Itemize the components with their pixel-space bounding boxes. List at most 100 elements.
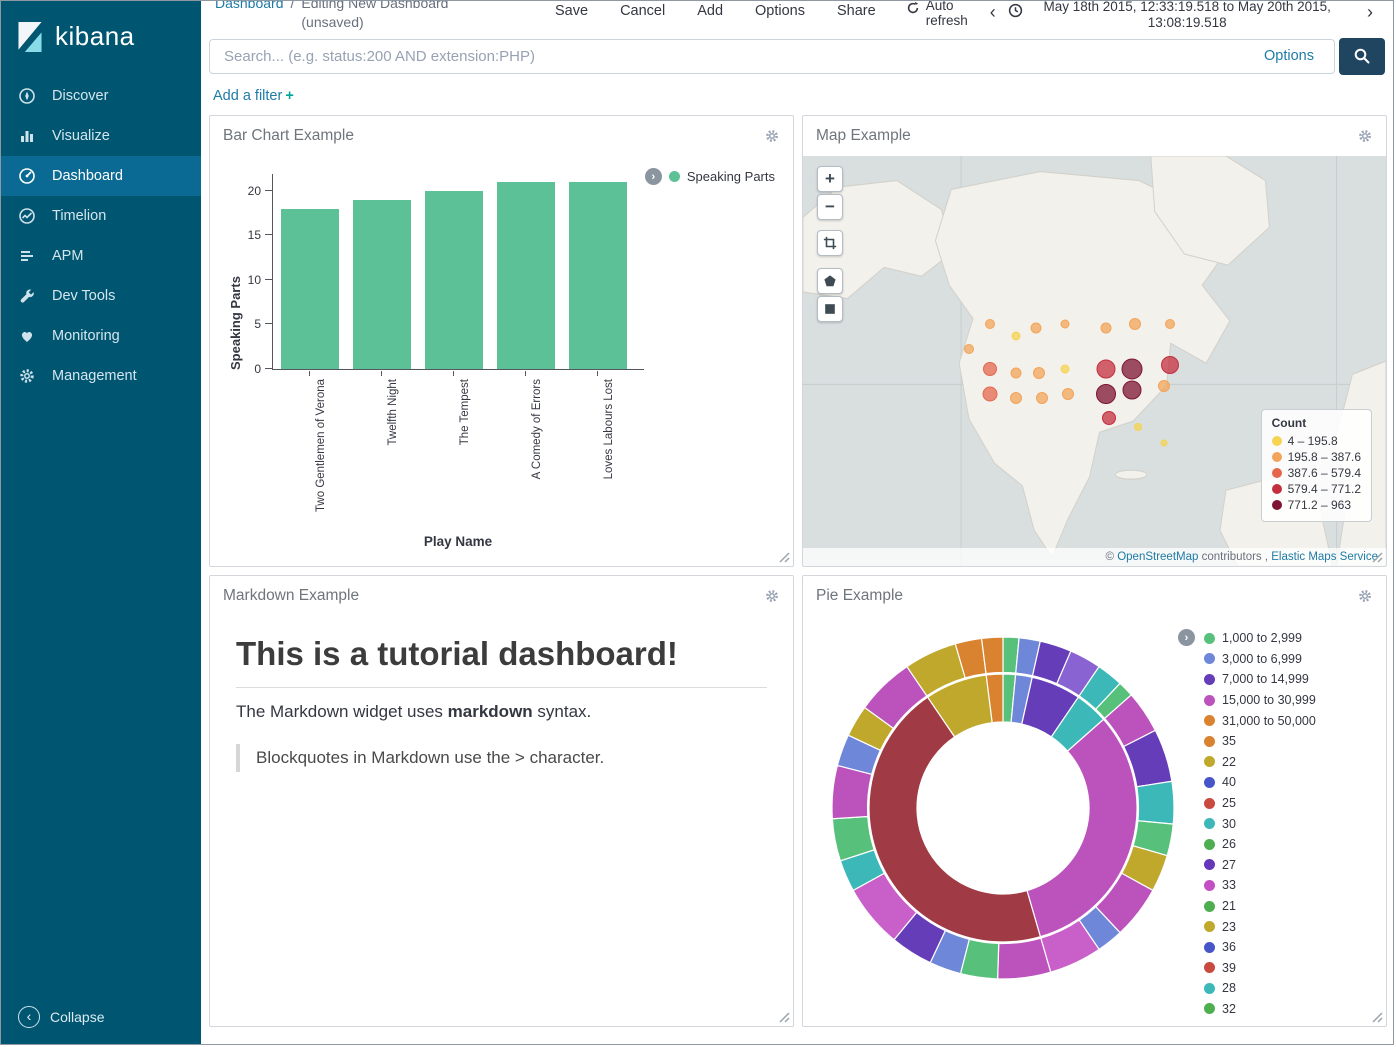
topnav-save-button[interactable]: Save xyxy=(539,2,604,20)
map-polygon-tool-button[interactable] xyxy=(817,268,843,294)
panel-options-gear-icon[interactable] xyxy=(764,128,780,144)
panel-options-gear-icon[interactable] xyxy=(1357,128,1373,144)
x-axis-label: A Comedy of Errors xyxy=(531,379,543,479)
map-marker[interactable] xyxy=(1096,384,1116,404)
search-options-link[interactable]: Options xyxy=(1256,48,1322,64)
pie-legend-item[interactable]: 36 xyxy=(1204,937,1374,958)
map-marker[interactable] xyxy=(982,386,997,401)
map-canvas[interactable]: + − Count 4 – 195.8195.8 – 387.6387.6 – … xyxy=(803,156,1386,566)
pie-legend-item[interactable]: 35 xyxy=(1204,731,1374,752)
pie-segment[interactable] xyxy=(998,938,1051,979)
pie-segment[interactable] xyxy=(832,765,872,818)
map-marker[interactable] xyxy=(1061,320,1070,329)
search-input[interactable] xyxy=(222,47,1256,66)
sidebar-item-dashboard[interactable]: Dashboard xyxy=(1,156,201,196)
map-marker[interactable] xyxy=(1123,380,1142,399)
map-marker[interactable] xyxy=(1010,392,1022,404)
pie-legend-item[interactable]: 3,000 to 6,999 xyxy=(1204,649,1374,670)
map-marker[interactable] xyxy=(1129,318,1141,330)
pie-legend-item[interactable]: 40 xyxy=(1204,772,1374,793)
map-marker[interactable] xyxy=(1010,368,1021,379)
map-marker[interactable] xyxy=(1062,388,1074,400)
pie-legend-item[interactable]: 30 xyxy=(1204,813,1374,834)
map-marker[interactable] xyxy=(983,362,997,376)
legend-color-dot xyxy=(1204,859,1215,870)
resize-handle[interactable] xyxy=(1371,1011,1383,1023)
pie-segment[interactable] xyxy=(982,637,1003,674)
breadcrumb-dashboard-link[interactable]: Dashboard xyxy=(215,1,284,32)
legend-expand-icon[interactable]: › xyxy=(1178,629,1195,646)
sidebar-item-apm[interactable]: APM xyxy=(1,236,201,276)
map-marker[interactable] xyxy=(1102,411,1116,425)
time-back-arrow[interactable]: ‹ xyxy=(978,2,1008,23)
pie-legend-item[interactable]: 25 xyxy=(1204,793,1374,814)
pie-legend-item[interactable]: 31,000 to 50,000 xyxy=(1204,710,1374,731)
bar-two-gentlemen-of-verona[interactable] xyxy=(281,209,339,369)
map-marker[interactable] xyxy=(985,319,995,329)
map-marker[interactable] xyxy=(1165,319,1175,329)
pie-legend-item[interactable]: 27 xyxy=(1204,855,1374,876)
pie-legend-item[interactable]: 32 xyxy=(1204,999,1374,1020)
x-axis-label: Twelfth Night xyxy=(387,379,399,445)
map-marker[interactable] xyxy=(1161,440,1168,447)
pie-legend-item[interactable]: 39 xyxy=(1204,958,1374,979)
sidebar-item-dev-tools[interactable]: Dev Tools xyxy=(1,276,201,316)
bar-twelfth-night[interactable] xyxy=(353,200,411,369)
pie-legend-item[interactable]: 1,000 to 2,999 xyxy=(1204,628,1374,649)
map-marker[interactable] xyxy=(1061,365,1070,374)
elastic-maps-service-link[interactable]: Elastic Maps Service xyxy=(1271,551,1378,563)
pie-segment[interactable] xyxy=(1137,781,1174,824)
sidebar-item-discover[interactable]: Discover xyxy=(1,76,201,116)
pie-legend-item[interactable]: 22 xyxy=(1204,752,1374,773)
resize-handle[interactable] xyxy=(1371,551,1383,563)
pie-legend-item[interactable]: 21 xyxy=(1204,896,1374,917)
topnav-share-button[interactable]: Share xyxy=(821,2,892,20)
search-button[interactable] xyxy=(1339,38,1385,75)
bar-the-tempest[interactable] xyxy=(425,191,483,369)
map-marker[interactable] xyxy=(1101,323,1112,334)
map-marker[interactable] xyxy=(964,344,974,354)
pie-legend-label: 36 xyxy=(1222,940,1236,954)
bar-loves-labours-lost[interactable] xyxy=(569,182,627,369)
topnav-add-button[interactable]: Add xyxy=(681,2,739,20)
map-marker[interactable] xyxy=(1033,367,1045,379)
panel-options-gear-icon[interactable] xyxy=(764,588,780,604)
map-marker[interactable] xyxy=(1011,332,1020,341)
pie-legend-item[interactable]: 28 xyxy=(1204,978,1374,999)
map-zoom-out-button[interactable]: − xyxy=(817,194,843,220)
legend-color-dot xyxy=(1204,756,1215,767)
sidebar-item-timelion[interactable]: Timelion xyxy=(1,196,201,236)
bar-a-comedy-of-errors[interactable] xyxy=(497,182,555,369)
pie-legend-item[interactable]: 7,000 to 14,999 xyxy=(1204,669,1374,690)
time-forward-arrow[interactable]: › xyxy=(1355,2,1385,23)
sidebar-item-visualize[interactable]: Visualize xyxy=(1,116,201,156)
collapse-button[interactable]: ‹ Collapse xyxy=(1,992,201,1044)
pie-legend-item[interactable]: 15,000 to 30,999 xyxy=(1204,690,1374,711)
map-marker[interactable] xyxy=(1134,423,1142,431)
topnav-options-button[interactable]: Options xyxy=(739,2,821,20)
sidebar-item-monitoring[interactable]: Monitoring xyxy=(1,316,201,356)
sidebar-item-management[interactable]: Management xyxy=(1,356,201,396)
time-range-picker[interactable]: May 18th 2015, 12:33:19.518 to May 20th … xyxy=(1008,1,1344,31)
map-zoom-in-button[interactable]: + xyxy=(817,166,843,192)
map-crop-tool-button[interactable] xyxy=(817,230,843,256)
pie-legend-item[interactable]: 26 xyxy=(1204,834,1374,855)
resize-handle[interactable] xyxy=(778,1011,790,1023)
add-filter-link[interactable]: Add a filter+ xyxy=(213,88,294,104)
polygon-icon xyxy=(823,274,837,288)
map-marker[interactable] xyxy=(1122,359,1143,380)
kibana-logo[interactable]: kibana xyxy=(1,1,201,76)
resize-handle[interactable] xyxy=(778,551,790,563)
map-rectangle-tool-button[interactable] xyxy=(817,296,843,322)
topnav-cancel-button[interactable]: Cancel xyxy=(604,2,681,20)
map-marker[interactable] xyxy=(1036,392,1048,404)
map-marker[interactable] xyxy=(1097,360,1116,379)
map-marker[interactable] xyxy=(1158,380,1170,392)
auto-refresh-button[interactable]: Auto refresh xyxy=(906,1,978,28)
map-marker[interactable] xyxy=(1161,356,1179,374)
map-marker[interactable] xyxy=(1031,323,1042,334)
openstreetmap-link[interactable]: OpenStreetMap xyxy=(1117,551,1198,563)
panel-options-gear-icon[interactable] xyxy=(1357,588,1373,604)
pie-legend-item[interactable]: 23 xyxy=(1204,916,1374,937)
pie-legend-item[interactable]: 33 xyxy=(1204,875,1374,896)
